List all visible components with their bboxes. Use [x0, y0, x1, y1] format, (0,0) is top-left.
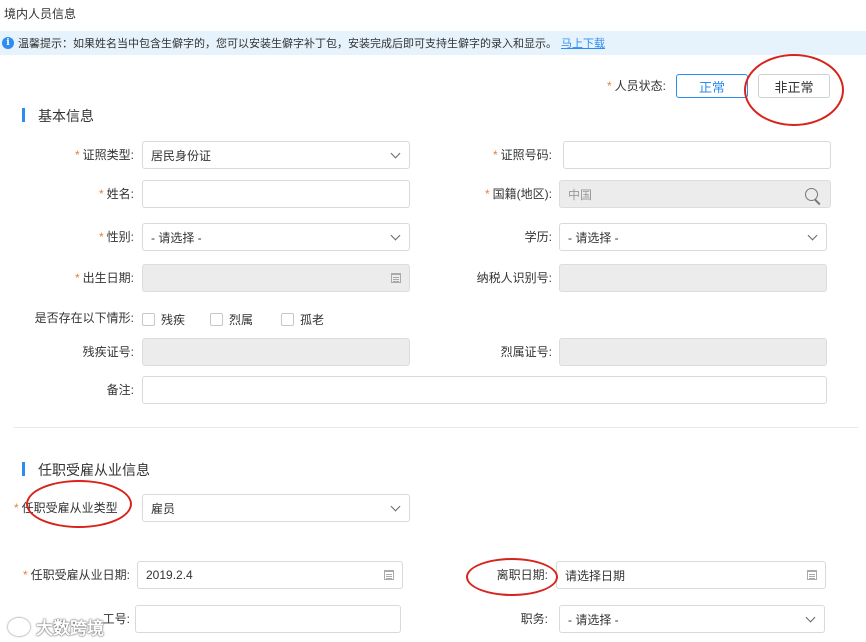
job-no-input[interactable] [135, 605, 401, 633]
chevron-down-icon [390, 230, 401, 240]
id-no-label: * 证照号码: [492, 148, 552, 162]
section-title-employment: 任职受雇从业信息 [38, 462, 150, 478]
calendar-icon [391, 273, 401, 283]
annotation-circle-type [26, 480, 132, 528]
checkbox-disability[interactable]: 残疾 [142, 311, 185, 328]
annotation-circle-status [744, 54, 844, 126]
watermark: 大数跨境 [8, 614, 104, 639]
info-icon: i [2, 37, 14, 49]
section-marker [22, 108, 25, 122]
martyr-no-input[interactable] [559, 338, 827, 366]
id-type-select[interactable]: 居民身份证 [142, 141, 410, 169]
section-title-basic: 基本信息 [38, 108, 94, 124]
calendar-icon [384, 570, 394, 580]
id-type-label: * 证照类型: [74, 148, 134, 162]
status-label: * 人员状态: [606, 79, 666, 93]
birth-date-input[interactable] [142, 264, 410, 292]
birth-label: * 出生日期: [74, 271, 134, 285]
status-normal-button[interactable]: 正常 [676, 74, 748, 98]
education-label: 学历: [524, 230, 552, 244]
chevron-down-icon [390, 501, 401, 511]
education-select[interactable]: - 请选择 - [559, 223, 827, 251]
checkbox-elderly[interactable]: 孤老 [281, 311, 324, 328]
position-label: 职务: [520, 612, 548, 626]
position-select[interactable]: - 请选择 - [559, 605, 825, 633]
martyr-no-label: 烈属证号: [500, 345, 552, 359]
nationality-input[interactable]: 中国 [559, 180, 831, 208]
name-input[interactable] [142, 180, 410, 208]
checkbox-box[interactable] [210, 313, 223, 326]
page-title: 境内人员信息 [4, 7, 77, 21]
employment-type-select[interactable]: 雇员 [142, 494, 410, 522]
calendar-icon [807, 570, 817, 580]
gender-label: * 性别: [98, 230, 134, 244]
watermark-logo-icon [8, 617, 30, 636]
chevron-down-icon [390, 148, 401, 158]
checkbox-box[interactable] [142, 313, 155, 326]
start-date-input[interactable]: 2019.2.4 [137, 561, 403, 589]
section-marker [22, 462, 25, 476]
id-no-input[interactable] [563, 141, 831, 169]
gender-select[interactable]: - 请选择 - [142, 223, 410, 251]
situation-label: 是否存在以下情形: [34, 311, 134, 325]
section-divider [14, 427, 858, 428]
disability-no-input[interactable] [142, 338, 410, 366]
disability-no-label: 残疾证号: [82, 345, 134, 359]
tax-id-input[interactable] [559, 264, 827, 292]
download-link[interactable]: 马上下载 [561, 35, 605, 51]
nationality-label: * 国籍(地区): [485, 187, 552, 201]
name-label: * 姓名: [98, 187, 134, 201]
annotation-circle-leave [466, 558, 558, 596]
checkbox-martyr[interactable]: 烈属 [210, 311, 253, 328]
start-date-label: * 任职受雇从业日期: [22, 568, 130, 582]
remark-input[interactable] [142, 376, 827, 404]
remark-label: 备注: [106, 383, 134, 397]
tax-id-label: 纳税人识别号: [476, 271, 552, 285]
chevron-down-icon [807, 230, 818, 240]
leave-date-input[interactable]: 请选择日期 [556, 561, 826, 589]
chevron-down-icon [805, 612, 816, 622]
checkbox-box[interactable] [281, 313, 294, 326]
search-icon[interactable] [805, 187, 818, 201]
notice-text: 温馨提示：如果姓名当中包含生僻字的，您可以安装生僻字补丁包，安装完成后即可支持生… [18, 38, 557, 50]
notice-bar: i 温馨提示：如果姓名当中包含生僻字的，您可以安装生僻字补丁包，安装完成后即可支… [0, 31, 866, 55]
